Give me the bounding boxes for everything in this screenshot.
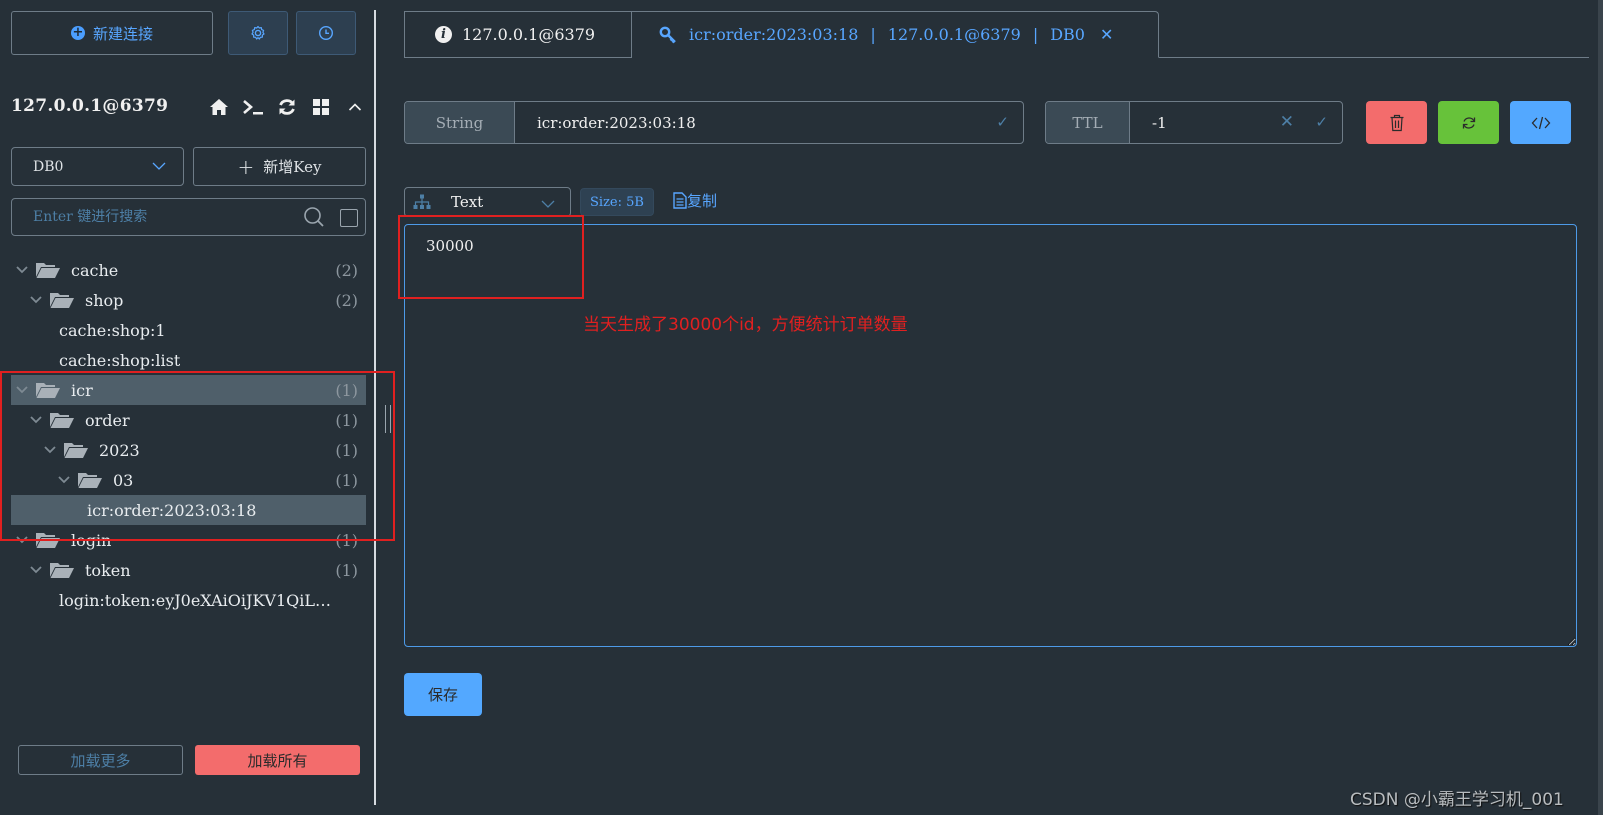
code-view-button[interactable] <box>1510 101 1571 144</box>
tree-folder[interactable]: token (1) <box>11 555 366 585</box>
document-icon <box>673 192 687 209</box>
tree-folder[interactable]: cache (2) <box>11 255 366 285</box>
new-key-button[interactable]: + 新增Key <box>193 147 366 186</box>
annotation-highlight-tree <box>0 371 395 541</box>
confirm-ttl-icon[interactable]: ✓ <box>1315 113 1328 131</box>
tree-folder-label: shop <box>85 290 124 310</box>
tree-key[interactable]: login:token:eyJ0eXAiOiJKV1QiL… <box>11 585 366 615</box>
tree-key-label: login:token:eyJ0eXAiOiJKV1QiL… <box>59 590 331 610</box>
sitemap-icon <box>413 194 431 209</box>
connection-toolbar <box>208 96 366 118</box>
refresh-icon <box>1462 116 1475 129</box>
key-search <box>11 198 366 236</box>
confirm-rename-icon[interactable]: ✓ <box>996 113 1009 131</box>
ttl-group: TTL ✕ ✓ <box>1045 101 1343 144</box>
tab-connection-info[interactable]: i 127.0.0.1@6379 <box>404 11 632 58</box>
tab-separator: | <box>870 25 876 44</box>
clear-ttl-icon[interactable]: ✕ <box>1280 112 1294 132</box>
tab-key-detail[interactable]: icr:order:2023:03:18 | 127.0.0.1@6379 | … <box>632 11 1159 58</box>
plus-icon: + <box>237 154 255 179</box>
tab-key-db: DB0 <box>1050 25 1085 44</box>
db-select-value: DB0 <box>33 158 64 175</box>
ttl-label: TTL <box>1046 102 1130 143</box>
trash-icon <box>1390 114 1403 131</box>
copy-label: 复制 <box>687 192 718 210</box>
load-all-button[interactable]: 加载所有 <box>195 745 360 775</box>
save-button[interactable]: 保存 <box>404 673 482 716</box>
window-scrollbar[interactable] <box>1598 0 1603 815</box>
load-more-button[interactable]: 加载更多 <box>18 745 183 775</box>
clock-icon <box>318 25 334 41</box>
copy-value-button[interactable]: 复制 <box>673 190 717 211</box>
code-icon <box>1531 116 1550 129</box>
watermark: CSDN @小霸王学习机_001 <box>1350 790 1564 810</box>
new-key-label: 新增Key <box>263 158 322 176</box>
db-select[interactable]: DB0 <box>11 147 184 186</box>
plus-circle-icon: + <box>70 25 85 40</box>
settings-button[interactable] <box>228 11 288 55</box>
folder-open-icon <box>49 291 75 309</box>
search-icon[interactable] <box>303 206 325 228</box>
chevron-up-icon[interactable] <box>344 96 366 118</box>
key-icon <box>659 26 676 43</box>
gear-icon <box>251 25 265 40</box>
grid-icon[interactable] <box>310 96 332 118</box>
refresh-icon[interactable] <box>276 96 298 118</box>
connection-title: 127.0.0.1@6379 <box>11 96 169 116</box>
tab-key-connection: 127.0.0.1@6379 <box>887 25 1021 44</box>
tree-folder-count: (1) <box>335 560 358 580</box>
tree-folder[interactable]: shop (2) <box>11 285 366 315</box>
chevron-down-icon <box>541 200 555 208</box>
chevron-down-icon <box>152 162 166 170</box>
tree-key-label: cache:shop:list <box>59 350 181 370</box>
ttl-input[interactable] <box>1152 113 1272 132</box>
chevron-down-icon[interactable] <box>29 293 43 307</box>
key-name-group: String ✓ <box>404 101 1024 144</box>
tab-key-name: icr:order:2023:03:18 <box>689 25 859 44</box>
format-select-value: Text <box>451 193 484 211</box>
chevron-down-icon[interactable] <box>15 263 29 277</box>
folder-open-icon <box>49 561 75 579</box>
annotation-note: 当天生成了30000个id，方便统计订单数量 <box>583 315 908 335</box>
key-name-input[interactable] <box>537 113 917 132</box>
new-connection-button[interactable]: + 新建连接 <box>11 11 213 55</box>
key-search-input[interactable] <box>33 205 293 229</box>
history-button[interactable] <box>296 11 356 55</box>
tree-folder-count: (2) <box>335 260 358 280</box>
tab-info-label: 127.0.0.1@6379 <box>462 25 596 44</box>
delete-key-button[interactable] <box>1366 101 1427 144</box>
info-icon: i <box>435 26 452 43</box>
tree-folder-count: (2) <box>335 290 358 310</box>
chevron-down-icon[interactable] <box>29 563 43 577</box>
terminal-icon[interactable] <box>242 96 264 118</box>
new-connection-label: 新建连接 <box>92 24 153 43</box>
tab-separator: | <box>1032 25 1039 44</box>
format-select[interactable]: Text <box>404 187 571 217</box>
size-badge: Size: 5B <box>580 188 654 216</box>
tree-key[interactable]: cache:shop:1 <box>11 315 366 345</box>
home-icon[interactable] <box>208 96 230 118</box>
annotation-highlight-value <box>398 215 584 299</box>
folder-open-icon <box>35 261 61 279</box>
key-type-label: String <box>405 102 515 143</box>
close-tab-icon[interactable]: ✕ <box>1100 25 1113 44</box>
exact-search-checkbox[interactable] <box>340 209 358 227</box>
tree-folder-label: token <box>85 560 131 580</box>
refresh-key-button[interactable] <box>1438 101 1499 144</box>
tree-key-label: cache:shop:1 <box>59 320 166 340</box>
tree-folder-label: cache <box>71 260 119 280</box>
